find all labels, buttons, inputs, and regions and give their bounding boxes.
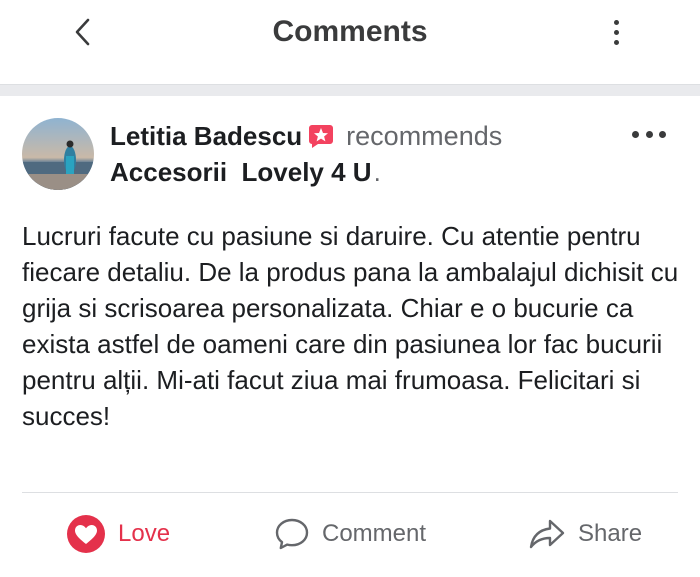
comment-label: Comment bbox=[322, 520, 427, 547]
recommendation-card: Letitia Badescu recommends Accesorii Lov… bbox=[0, 96, 700, 577]
author-name[interactable]: Letitia Badescu bbox=[110, 121, 302, 152]
recommendation-text: Lucruri facute cu pasiune si daruire. Cu… bbox=[22, 221, 679, 431]
love-icon bbox=[66, 514, 106, 554]
app-header: Comments bbox=[0, 0, 700, 85]
avatar-photo bbox=[22, 118, 94, 190]
horizontal-dots-icon bbox=[632, 130, 639, 138]
share-label: Share bbox=[578, 520, 643, 547]
more-options-button[interactable] bbox=[604, 12, 628, 52]
page-line: Accesorii Lovely 4 U . bbox=[110, 156, 381, 188]
avatar[interactable] bbox=[22, 118, 94, 190]
comment-icon bbox=[274, 516, 310, 552]
love-button[interactable]: Love bbox=[66, 510, 170, 558]
page-name-link[interactable]: Accesorii Lovely 4 U bbox=[110, 157, 372, 188]
recommends-label: recommends bbox=[346, 120, 503, 151]
divider bbox=[22, 492, 678, 493]
vertical-dots-icon bbox=[613, 19, 619, 25]
author-line: Letitia Badescu recommends bbox=[110, 120, 502, 152]
share-button[interactable]: Share bbox=[528, 510, 642, 558]
love-label: Love bbox=[118, 520, 171, 547]
star-badge-icon bbox=[308, 123, 334, 149]
post-options-button[interactable] bbox=[632, 126, 666, 142]
page-title: Comments bbox=[272, 15, 428, 48]
action-bar: Love Comment Share bbox=[0, 510, 700, 558]
share-icon bbox=[528, 516, 566, 552]
comment-button[interactable]: Comment bbox=[274, 510, 426, 558]
page-name-period: . bbox=[373, 156, 381, 187]
